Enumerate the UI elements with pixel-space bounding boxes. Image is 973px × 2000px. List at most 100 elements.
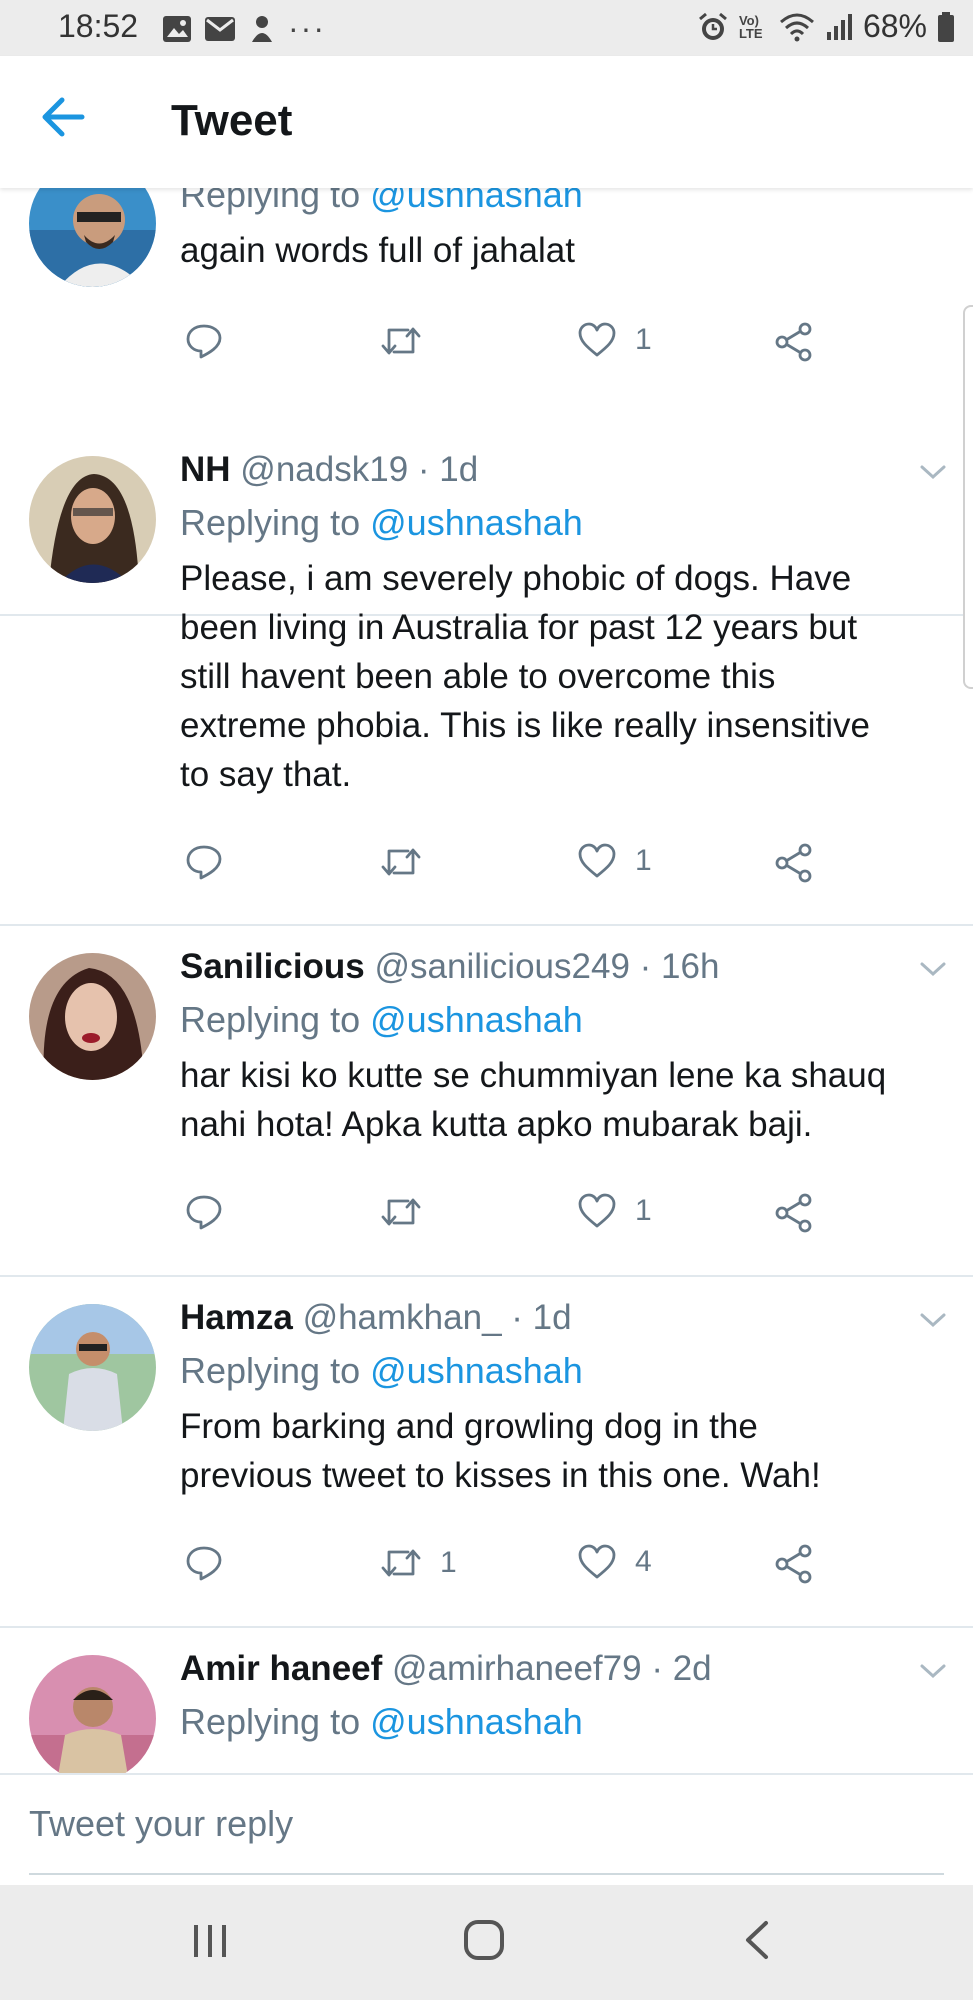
replying-to: Replying to @ushnashah bbox=[180, 1350, 583, 1391]
share-button[interactable] bbox=[774, 1193, 814, 1233]
tweet-time: 1d bbox=[532, 1298, 572, 1337]
chevron-down-icon bbox=[920, 962, 946, 977]
replying-to: Replying to @ushnashah bbox=[180, 188, 583, 216]
tweet-menu-button[interactable] bbox=[918, 1310, 948, 1335]
like-button[interactable]: 4 bbox=[577, 1544, 652, 1580]
mention-link[interactable]: @ushnashah bbox=[370, 999, 583, 1040]
reply-icon bbox=[186, 1195, 222, 1230]
user-handle[interactable]: @amirhaneef79 bbox=[392, 1649, 642, 1688]
tweet-menu-button[interactable] bbox=[918, 462, 948, 487]
share-icon bbox=[775, 843, 812, 883]
system-back-button[interactable] bbox=[742, 1919, 772, 1966]
like-count: 4 bbox=[635, 1545, 652, 1578]
status-time: 18:52 bbox=[58, 8, 139, 44]
user-handle[interactable]: @nadsk19 bbox=[240, 450, 408, 489]
user-handle[interactable]: @hamkhan_ bbox=[303, 1298, 502, 1337]
tweet-text: har kisi ko kutte se chummiyan lene ka s… bbox=[180, 1056, 887, 1144]
gallery-icon bbox=[163, 15, 191, 42]
mention-link[interactable]: @ushnashah bbox=[370, 1350, 583, 1391]
display-name[interactable]: Hamza bbox=[180, 1298, 293, 1337]
reply-tweet[interactable]: Sanilicious @sanilicious249 · 16h Replyi… bbox=[0, 925, 973, 1277]
more-notifications-icon: ··· bbox=[288, 10, 326, 46]
tweet-time: 1d bbox=[439, 450, 479, 489]
tweet-author-line: NH @nadsk19 · 1d bbox=[180, 450, 479, 489]
arrow-left-icon bbox=[42, 97, 85, 137]
reply-composer: Tweet your reply bbox=[0, 1773, 973, 1887]
tweet-actions: 1 bbox=[0, 843, 973, 891]
share-button[interactable] bbox=[774, 1544, 814, 1584]
reply-input-underline bbox=[29, 1873, 944, 1875]
mention-link[interactable]: @ushnashah bbox=[370, 1701, 583, 1742]
avatar[interactable] bbox=[29, 456, 156, 583]
like-button[interactable]: 1 bbox=[577, 843, 652, 879]
wifi-icon bbox=[779, 13, 814, 41]
tweet-actions: 1 bbox=[0, 322, 973, 370]
display-name[interactable]: NH bbox=[180, 450, 231, 489]
heart-icon bbox=[578, 1544, 616, 1579]
battery-percent: 68% bbox=[862, 8, 927, 44]
reply-button[interactable] bbox=[185, 843, 223, 881]
mention-link[interactable]: @ushnashah bbox=[370, 188, 583, 215]
share-button[interactable] bbox=[774, 843, 814, 883]
retweet-button[interactable] bbox=[380, 843, 440, 881]
retweet-button[interactable] bbox=[380, 1193, 440, 1231]
tweet-author-line: Sanilicious @sanilicious249 · 16h bbox=[180, 947, 720, 986]
share-icon bbox=[775, 1193, 812, 1233]
home-button[interactable] bbox=[463, 1919, 505, 1966]
recent-apps-button[interactable] bbox=[190, 1923, 230, 1964]
tweet-menu-button[interactable] bbox=[918, 1661, 948, 1686]
retweet-count: 1 bbox=[440, 1546, 457, 1579]
reply-icon bbox=[186, 324, 222, 359]
system-nav-bar bbox=[0, 1885, 973, 2000]
back-button[interactable] bbox=[40, 96, 86, 143]
chevron-down-icon bbox=[920, 1313, 946, 1328]
top-app-bar: Tweet bbox=[0, 56, 973, 188]
retweet-icon bbox=[381, 327, 421, 355]
mention-link[interactable]: @ushnashah bbox=[370, 502, 583, 543]
tweet-text: Please, i am severely phobic of dogs. Ha… bbox=[180, 559, 870, 794]
reply-button[interactable] bbox=[185, 1544, 223, 1582]
network-label: Vo) LTE bbox=[738, 12, 763, 41]
avatar[interactable] bbox=[29, 188, 156, 287]
notification-icons: ··· bbox=[162, 10, 326, 47]
reply-icon bbox=[186, 1546, 222, 1581]
signal-icon bbox=[826, 13, 852, 40]
like-button[interactable]: 1 bbox=[577, 322, 652, 358]
avatar[interactable] bbox=[29, 1304, 156, 1431]
display-name[interactable]: Amir haneef bbox=[180, 1649, 382, 1688]
retweet-icon bbox=[381, 1549, 421, 1577]
tweet-actions: 1 4 bbox=[0, 1544, 973, 1592]
battery-icon bbox=[938, 11, 954, 42]
retweet-button[interactable] bbox=[380, 322, 440, 360]
retweet-icon bbox=[381, 848, 421, 876]
display-name[interactable]: Sanilicious bbox=[180, 947, 365, 986]
reply-tweet[interactable]: NH @nadsk19 · 1d Replying to @ushnashah … bbox=[0, 428, 973, 926]
scrollbar[interactable] bbox=[963, 305, 973, 689]
reply-button[interactable] bbox=[185, 322, 223, 360]
reply-tweet[interactable]: Hamza @hamkhan_ · 1d Replying to @ushnas… bbox=[0, 1276, 973, 1628]
reply-button[interactable] bbox=[185, 1193, 223, 1231]
tweet-time: 16h bbox=[661, 947, 720, 986]
like-count: 1 bbox=[635, 1194, 652, 1227]
chevron-down-icon bbox=[920, 465, 946, 480]
reply-input[interactable]: Tweet your reply bbox=[29, 1803, 293, 1845]
tweet-author-line: Amir haneef @amirhaneef79 · 2d bbox=[180, 1649, 712, 1688]
retweet-button[interactable]: 1 bbox=[380, 1544, 457, 1582]
alarm-icon bbox=[698, 12, 727, 40]
status-right: Vo) LTE 68% bbox=[697, 8, 955, 45]
tweet-text: From barking and growling dog in the pre… bbox=[180, 1407, 821, 1495]
like-button[interactable]: 1 bbox=[577, 1193, 652, 1229]
reply-tweet[interactable]: Amir haneef @amirhaneef79 · 2d Replying … bbox=[0, 1627, 973, 1773]
mail-icon bbox=[205, 16, 235, 41]
avatar[interactable] bbox=[29, 953, 156, 1080]
tweet-time: 2d bbox=[672, 1649, 712, 1688]
app-notification-icon bbox=[252, 15, 272, 42]
home-icon bbox=[464, 1920, 504, 1960]
page-title: Tweet bbox=[171, 96, 293, 145]
tweet-text: again words full of jahalat bbox=[180, 231, 575, 270]
like-count: 1 bbox=[635, 844, 652, 877]
avatar[interactable] bbox=[29, 1655, 156, 1773]
share-button[interactable] bbox=[774, 322, 814, 362]
user-handle[interactable]: @sanilicious249 bbox=[375, 947, 630, 986]
tweet-menu-button[interactable] bbox=[918, 959, 948, 984]
